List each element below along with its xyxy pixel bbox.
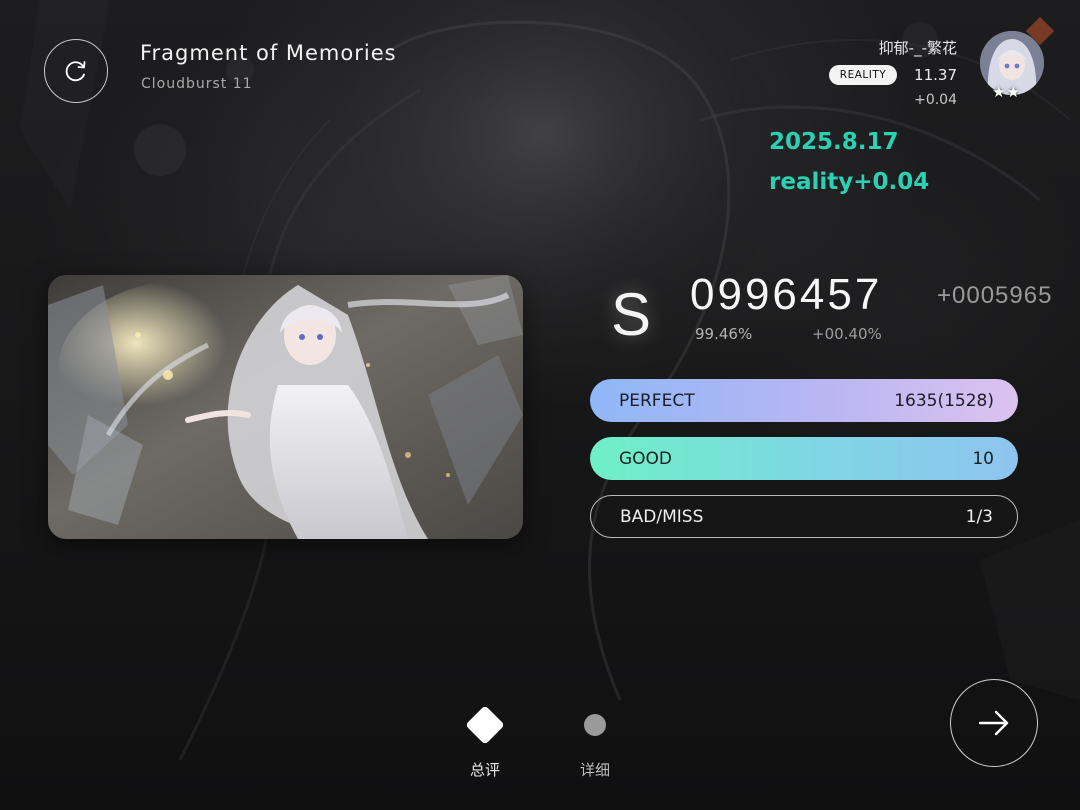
grade-letter: S [611, 281, 652, 348]
player-name: 抑郁-_-繁花 [878, 39, 957, 57]
tab-detail-label: 详细 [579, 761, 610, 779]
judgement-good: GOOD 10 [590, 437, 1018, 480]
accuracy-delta: +00.40% [812, 325, 882, 343]
result-screen: Fragment of Memories Cloudburst 11 抑郁-_-… [0, 0, 1080, 810]
judgement-perfect: PERFECT 1635(1528) [590, 379, 1018, 422]
tab-detail[interactable]: 详细 [565, 705, 625, 780]
next-button[interactable] [950, 679, 1038, 767]
annotation-reality-delta: reality+0.04 [769, 169, 930, 195]
ranking-score: 11.37 [914, 66, 957, 84]
tab-detail-icon-wrap [565, 705, 625, 745]
diamond-icon [465, 705, 505, 745]
song-illustration [48, 275, 523, 539]
score-delta: +0005965 [937, 282, 1053, 309]
score-value: 0996457 [690, 270, 883, 319]
annotation-date: 2025.8.17 [769, 129, 899, 155]
judgement-good-label: GOOD [619, 448, 673, 469]
judgement-good-value: 10 [972, 448, 994, 469]
retry-button[interactable] [44, 39, 108, 103]
accuracy-value: 99.46% [695, 325, 753, 343]
tab-total[interactable]: 总评 [455, 705, 515, 780]
ranking-score-delta: +0.04 [914, 92, 957, 108]
judgement-bad-miss: BAD/MISS 1/3 [590, 495, 1018, 538]
rank-badge: REALITY [829, 65, 897, 85]
judgement-perfect-label: PERFECT [619, 390, 695, 411]
song-title: Fragment of Memories [140, 41, 397, 65]
judgement-bad-miss-label: BAD/MISS [620, 506, 704, 527]
avatar-stars: ★★ [992, 83, 1021, 101]
arrow-right-icon [978, 710, 1009, 736]
dot-icon [584, 714, 606, 736]
tab-total-label: 总评 [469, 761, 500, 779]
tab-total-icon-wrap [455, 705, 515, 745]
retry-icon [65, 61, 86, 82]
song-difficulty: Cloudburst 11 [141, 76, 253, 92]
illustration-art [48, 275, 523, 539]
judgement-bad-miss-value: 1/3 [965, 506, 993, 527]
judgement-perfect-value: 1635(1528) [894, 390, 994, 411]
